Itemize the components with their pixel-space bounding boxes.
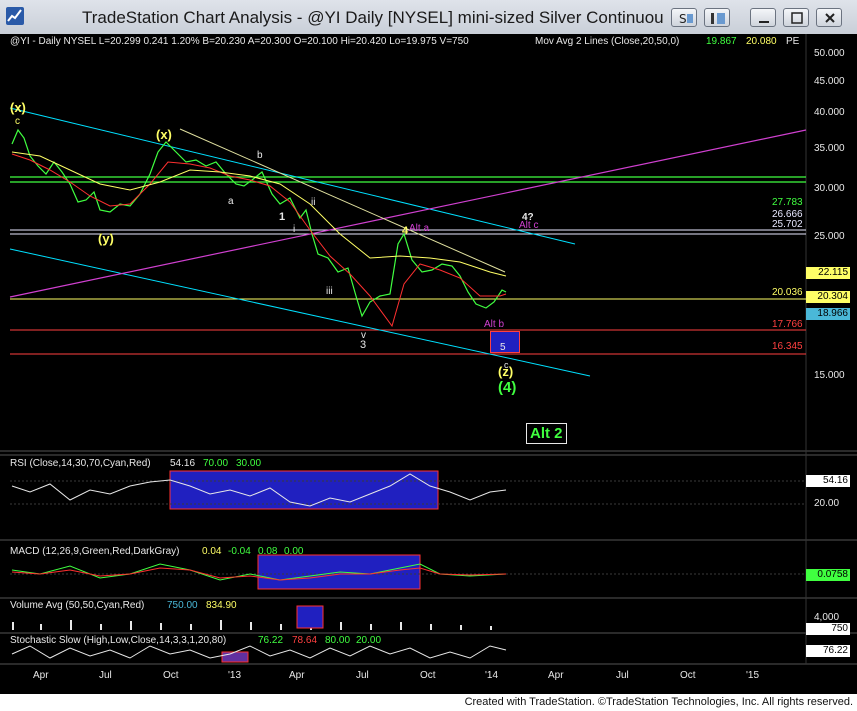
time-axis-label: Oct (680, 670, 696, 681)
status-bar: Created with TradeStation. ©TradeStation… (0, 694, 857, 711)
time-axis-label: '13 (228, 670, 242, 681)
stochastic-line (11, 645, 507, 659)
wave-label-5: 5 (500, 342, 506, 353)
window-title: TradeStation Chart Analysis - @YI Daily … (82, 8, 664, 27)
wave-label-3: 3 (360, 339, 367, 351)
wave-label-iii: iii (326, 286, 333, 297)
mov-avg-value-2: 20.080 (746, 36, 777, 47)
macd-label: MACD (12,26,9,Green,Red,DarkGray) (10, 546, 180, 557)
level-label: 16.345 (772, 341, 803, 352)
price-badge: 20.304 (806, 291, 850, 303)
rsi-axis-badge: 54.16 (806, 475, 850, 487)
tradestation-app-icon (6, 7, 24, 25)
mov-avg-label: Mov Avg 2 Lines (Close,20,50,0) (535, 36, 680, 47)
chart-canvas[interactable] (0, 34, 857, 694)
wave-label-alt-a: Alt a (409, 223, 430, 234)
copyright-credit: Created with TradeStation. ©TradeStation… (464, 696, 853, 708)
rsi-highlight-box (169, 470, 439, 510)
time-axis-label: Oct (420, 670, 436, 681)
chart-window: TradeStation Chart Analysis - @YI Daily … (0, 0, 857, 711)
time-axis-label: Jul (356, 670, 369, 681)
stochastic-value-4: 20.00 (356, 635, 382, 646)
maximize-button[interactable] (783, 8, 809, 27)
price-tick: 45.000 (814, 76, 845, 87)
macd-value-2: -0.04 (228, 546, 251, 557)
volume-label: Volume Avg (50,50,Cyan,Red) (10, 600, 145, 611)
rsi-value-2: 70.00 (203, 458, 229, 469)
header-trailing: PE (786, 36, 800, 47)
wave-label-b: b (257, 150, 263, 161)
moving-average-50 (11, 151, 507, 277)
rsi-value-3: 30.00 (236, 458, 262, 469)
level-label: 17.766 (772, 319, 803, 330)
time-axis-label: '15 (746, 670, 760, 681)
wave-label-y: (y) (98, 231, 114, 246)
macd-value-3: 0.08 (258, 546, 278, 557)
level-label: 27.783 (772, 197, 803, 208)
mov-avg-value-1: 19.867 (706, 36, 737, 47)
wave-label-x-left: (x) (10, 100, 26, 115)
symbol-link-button[interactable]: S (671, 8, 697, 27)
stochastic-label: Stochastic Slow (High,Low,Close,14,3,3,1… (10, 635, 227, 646)
price-badge: 22.115 (806, 267, 850, 279)
wave-label-c-small: c (15, 116, 20, 127)
title-bar: TradeStation Chart Analysis - @YI Daily … (0, 0, 857, 34)
time-axis-label: Apr (548, 670, 564, 681)
rsi-axis-tick: 20.00 (814, 498, 840, 509)
time-axis-label: Jul (616, 670, 629, 681)
macd-axis-badge: 0.0758 (806, 569, 850, 581)
trend-lines (9, 107, 807, 377)
volume-highlight-box (296, 605, 324, 629)
wave-label-alt-2: Alt 2 (526, 423, 567, 444)
volume-value-2: 834.90 (206, 600, 237, 611)
volume-axis-tick: 4,000 (814, 612, 840, 623)
wave-label-i: i (293, 224, 296, 235)
price-tick: 40.000 (814, 107, 845, 118)
time-axis-label: '14 (485, 670, 499, 681)
stochastic-value-2: 78.64 (292, 635, 318, 646)
wave-label-1: 1 (279, 211, 286, 223)
price-tick: 25.000 (814, 231, 845, 242)
price-tick: 35.000 (814, 143, 845, 154)
wave-label-4-paren: (4) (498, 379, 517, 396)
price-tick: 30.000 (814, 183, 845, 194)
rsi-label: RSI (Close,14,30,70,Cyan,Red) (10, 458, 151, 469)
level-label: 20.036 (772, 287, 803, 298)
wave-label-ii: ii (311, 197, 316, 208)
wave-label-4: 4 (402, 225, 409, 237)
wave-label-a: a (228, 196, 234, 207)
panel-separators (0, 34, 857, 665)
macd-value-1: 0.04 (202, 546, 222, 557)
symbol-quote-line: @YI - Daily NYSEL L=20.299 0.241 1.20% B… (10, 36, 469, 47)
wave-label-alt-b: Alt b (484, 319, 505, 330)
wave-label-x-mid: (x) (156, 127, 172, 142)
time-axis-label: Jul (99, 670, 112, 681)
price-badge: 18.966 (806, 308, 850, 320)
volume-axis-badge: 750 (806, 623, 850, 635)
wave-label-alt-c: Alt c (519, 220, 539, 231)
stochastic-value-1: 76.22 (258, 635, 284, 646)
level-label: 25.702 (772, 219, 803, 230)
rsi-value-1: 54.16 (170, 458, 196, 469)
chart-area[interactable]: @YI - Daily NYSEL L=20.299 0.241 1.20% B… (0, 34, 857, 694)
volume-value-1: 750.00 (167, 600, 198, 611)
close-button[interactable] (816, 8, 842, 27)
stochastic-highlight-box (221, 651, 249, 663)
stochastic-axis-badge: 76.22 (806, 645, 850, 657)
time-axis-label: Oct (163, 670, 179, 681)
minimize-button[interactable] (750, 8, 776, 27)
toolbar-toggle-button[interactable] (704, 8, 730, 27)
time-axis-label: Apr (289, 670, 305, 681)
price-tick: 15.000 (814, 370, 845, 381)
svg-text:S: S (679, 12, 687, 26)
volume-bars (12, 614, 492, 630)
stochastic-value-3: 80.00 (325, 635, 351, 646)
price-tick: 50.000 (814, 48, 845, 59)
time-axis-label: Apr (33, 670, 49, 681)
wave-label-z: (z) (498, 364, 514, 379)
macd-value-4: 0.00 (284, 546, 304, 557)
